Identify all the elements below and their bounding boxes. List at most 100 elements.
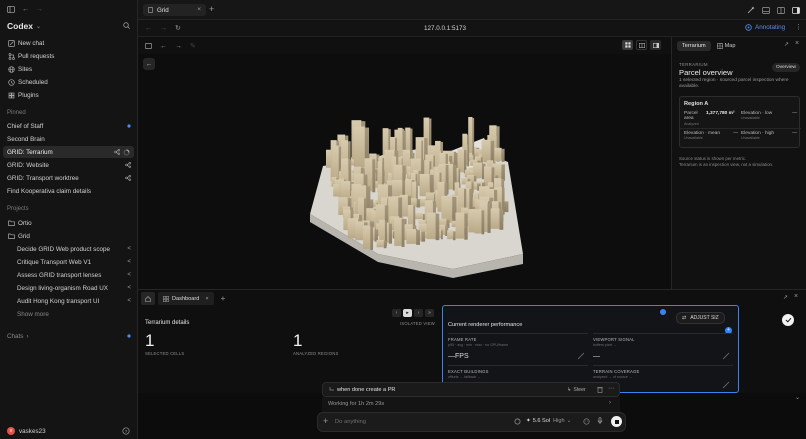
help-icon[interactable]: ? xyxy=(122,427,130,435)
avatar-initials: v xyxy=(9,428,13,434)
divider xyxy=(680,128,801,129)
trash-icon[interactable] xyxy=(597,386,603,393)
grid-item-label: Assess GRID transport lenses xyxy=(17,271,102,279)
nav-new-chat[interactable]: New chat xyxy=(0,37,138,49)
forward-arrow-icon[interactable]: → xyxy=(36,6,43,13)
working-status[interactable]: Working for 1h 2m 29s › xyxy=(322,397,620,412)
tab-map[interactable]: Map xyxy=(715,41,738,51)
split-view-icon[interactable] xyxy=(636,40,647,50)
prev-icon[interactable]: ‹ xyxy=(392,309,401,317)
chats-heading[interactable]: Chats › xyxy=(0,330,138,342)
edit-icon[interactable]: ✎ xyxy=(190,42,196,50)
pinned-grid-terrarium[interactable]: GRID: Terrarium xyxy=(3,146,134,158)
grid-item[interactable]: Critique Transport Web V1 < xyxy=(0,256,138,268)
microphone-icon[interactable] xyxy=(597,417,603,425)
field-parcel-area: Parcel area Analyzed 1,377,780 m² xyxy=(684,111,738,126)
new-tab-plus-icon[interactable]: + xyxy=(221,294,226,303)
more-vertical-icon[interactable]: ⋮ xyxy=(795,23,802,31)
chevron-down-icon[interactable]: ⌄ xyxy=(795,394,800,401)
adjust-size-button[interactable]: ⇄ ADJUST SIZ xyxy=(676,312,725,324)
tab-terrarium[interactable]: Terrarium xyxy=(677,41,711,51)
annotating-toggle[interactable]: Annotating xyxy=(745,24,785,31)
metric-value: —FPS xyxy=(448,353,469,360)
building xyxy=(494,147,502,161)
panel-bottom-icon[interactable] xyxy=(762,6,770,14)
user-profile[interactable]: v vaskes23 xyxy=(7,427,46,435)
prompt-placeholder[interactable]: Do anything xyxy=(335,419,366,425)
grid-view-icon[interactable] xyxy=(622,40,633,50)
new-tab-plus-icon[interactable]: + xyxy=(209,4,214,14)
expand-icon[interactable]: ↗ xyxy=(784,41,789,48)
window-controls: ← → xyxy=(7,6,43,13)
prompt-box[interactable]: + Do anything ✦ 5.6 Sol High ⌄ xyxy=(317,412,626,432)
close-icon[interactable]: × xyxy=(197,6,201,13)
emoji-icon[interactable] xyxy=(583,418,590,425)
building-side xyxy=(467,134,470,167)
metric-value: — xyxy=(593,353,600,360)
stop-button[interactable] xyxy=(611,416,622,427)
annotation-marker[interactable] xyxy=(660,309,666,315)
steer-button[interactable]: ↳ Steer xyxy=(567,387,586,393)
search-icon[interactable] xyxy=(123,22,130,29)
svg-text:?: ? xyxy=(125,429,128,434)
pinned-second-brain[interactable]: Second Brain xyxy=(0,133,138,145)
wand-icon[interactable] xyxy=(747,6,755,14)
branch-icon: < xyxy=(127,245,131,252)
grid-item[interactable]: Design living-organism Road UX < xyxy=(0,282,138,294)
close-icon[interactable]: × xyxy=(205,296,208,302)
folder-icon xyxy=(7,219,15,227)
layout-icon[interactable] xyxy=(145,43,152,49)
nav-plugins[interactable]: Plugins xyxy=(0,89,138,101)
sidebar-toggle-icon[interactable] xyxy=(7,6,15,13)
show-more-link[interactable]: Show more xyxy=(0,308,138,320)
field-value: — xyxy=(733,131,738,136)
branch-icon: < xyxy=(127,284,131,291)
close-icon[interactable]: × xyxy=(795,40,799,47)
nav-sites[interactable]: Sites xyxy=(0,63,138,75)
terrarium-3d-viewport[interactable]: ← xyxy=(138,54,671,289)
end-icon[interactable]: » xyxy=(425,309,434,317)
panel-subtitle: 1 selected region · sourced parcel inspe… xyxy=(679,78,789,89)
pinned-grid-transport-worktree[interactable]: GRID: Transport worktree xyxy=(0,172,138,184)
more-horizontal-icon[interactable]: ⋯ xyxy=(608,385,614,392)
home-icon[interactable] xyxy=(141,292,155,305)
pinned-kooperativa[interactable]: Find Kooperativa claim details xyxy=(0,185,138,197)
url-text[interactable]: 127.0.0.1:5173 xyxy=(138,25,752,32)
refresh-icon[interactable] xyxy=(514,418,521,425)
pinned-label: GRID: Website xyxy=(7,161,49,169)
tab-grid[interactable]: Grid × xyxy=(143,4,206,16)
app-switcher[interactable]: Codex ⌄ xyxy=(7,21,41,31)
model-effort: High xyxy=(553,418,565,424)
renderer-performance-card[interactable]: Current renderer performance ⇄ ADJUST SIZ… xyxy=(442,305,739,393)
model-selector[interactable]: ✦ 5.6 Sol High ⌄ xyxy=(526,418,571,424)
building xyxy=(354,126,365,168)
overview-button[interactable]: Overview xyxy=(772,63,800,72)
project-ortio[interactable]: Ortio xyxy=(0,217,138,229)
chevron-right-icon: › xyxy=(26,332,29,340)
confirm-check-button[interactable] xyxy=(782,314,794,326)
nav-label: Pull requests xyxy=(18,52,55,60)
back-arrow-icon[interactable]: ← xyxy=(160,43,167,50)
grid-item[interactable]: Decide GRID Web product scope < xyxy=(0,243,138,255)
attach-plus-icon[interactable]: + xyxy=(323,416,328,426)
full-view-icon[interactable] xyxy=(650,40,661,50)
panel-right-icon[interactable] xyxy=(792,6,800,14)
project-grid[interactable]: Grid xyxy=(0,230,138,242)
pinned-grid-website[interactable]: GRID: Website xyxy=(0,159,138,171)
perf-title: Current renderer performance xyxy=(448,322,523,328)
pinned-chief-of-staff[interactable]: Chief of Staff xyxy=(0,120,138,132)
panel-split-icon[interactable] xyxy=(777,6,785,14)
check-icon xyxy=(785,317,792,323)
nav-label: New chat xyxy=(18,39,45,47)
step-icon[interactable]: › xyxy=(414,309,423,317)
back-arrow-icon[interactable]: ← xyxy=(22,6,29,13)
grid-item[interactable]: Assess GRID transport lenses < xyxy=(0,269,138,281)
close-icon[interactable]: × xyxy=(794,293,798,300)
grid-item[interactable]: Audit Hong Kong transport UI < xyxy=(0,295,138,307)
nav-pull-requests[interactable]: Pull requests xyxy=(0,50,138,62)
play-icon[interactable]: ▸ xyxy=(403,309,412,317)
forward-arrow-icon[interactable]: → xyxy=(175,43,182,50)
tab-dashboard[interactable]: Dashboard × xyxy=(158,292,214,305)
expand-icon[interactable]: ↗ xyxy=(783,294,788,301)
nav-scheduled[interactable]: Scheduled xyxy=(0,76,138,88)
